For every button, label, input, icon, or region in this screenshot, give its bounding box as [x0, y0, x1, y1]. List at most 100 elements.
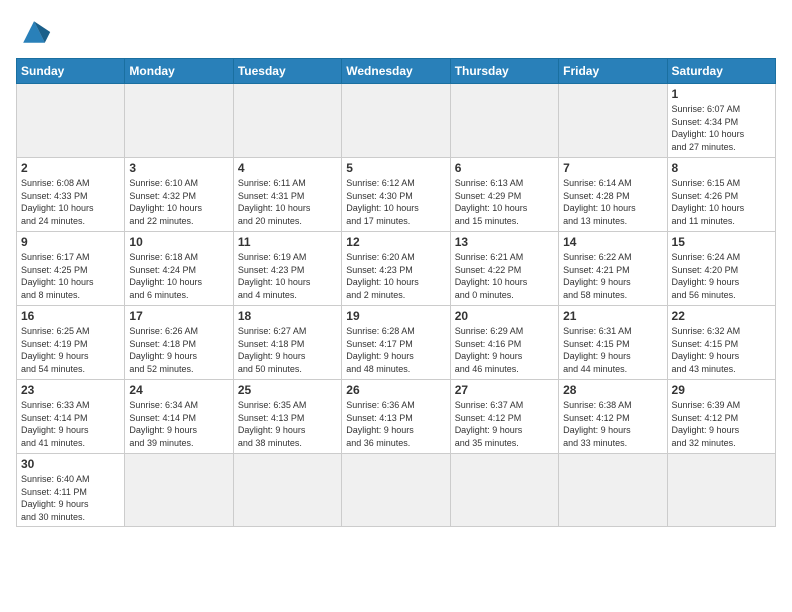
calendar-cell: 12 Sunrise: 6:20 AM Sunset: 4:23 PM Dayli… [342, 232, 450, 306]
calendar-cell: 2 Sunrise: 6:08 AM Sunset: 4:33 PM Daylig… [17, 158, 125, 232]
calendar-cell [233, 454, 341, 527]
day-header-thursday: Thursday [450, 59, 558, 84]
calendar-cell [125, 454, 233, 527]
calendar-cell: 3 Sunrise: 6:10 AM Sunset: 4:32 PM Daylig… [125, 158, 233, 232]
calendar-cell: 1 Sunrise: 6:07 AM Sunset: 4:34 PM Daylig… [667, 84, 775, 158]
day-number: 27 [455, 383, 554, 397]
day-info: Sunrise: 6:34 AM Sunset: 4:14 PM Dayligh… [129, 399, 228, 449]
calendar-cell [450, 454, 558, 527]
day-info: Sunrise: 6:35 AM Sunset: 4:13 PM Dayligh… [238, 399, 337, 449]
day-info: Sunrise: 6:32 AM Sunset: 4:15 PM Dayligh… [672, 325, 771, 375]
day-info: Sunrise: 6:15 AM Sunset: 4:26 PM Dayligh… [672, 177, 771, 227]
calendar-cell: 14 Sunrise: 6:22 AM Sunset: 4:21 PM Dayli… [559, 232, 667, 306]
calendar-cell [450, 84, 558, 158]
day-number: 12 [346, 235, 445, 249]
day-header-sunday: Sunday [17, 59, 125, 84]
calendar-header-row: SundayMondayTuesdayWednesdayThursdayFrid… [17, 59, 776, 84]
day-info: Sunrise: 6:22 AM Sunset: 4:21 PM Dayligh… [563, 251, 662, 301]
day-header-monday: Monday [125, 59, 233, 84]
day-header-friday: Friday [559, 59, 667, 84]
day-info: Sunrise: 6:24 AM Sunset: 4:20 PM Dayligh… [672, 251, 771, 301]
calendar-cell [233, 84, 341, 158]
day-number: 14 [563, 235, 662, 249]
calendar-week-4: 16 Sunrise: 6:25 AM Sunset: 4:19 PM Dayli… [17, 306, 776, 380]
calendar-cell: 26 Sunrise: 6:36 AM Sunset: 4:13 PM Dayli… [342, 380, 450, 454]
day-number: 10 [129, 235, 228, 249]
calendar-week-3: 9 Sunrise: 6:17 AM Sunset: 4:25 PM Daylig… [17, 232, 776, 306]
day-info: Sunrise: 6:10 AM Sunset: 4:32 PM Dayligh… [129, 177, 228, 227]
day-info: Sunrise: 6:26 AM Sunset: 4:18 PM Dayligh… [129, 325, 228, 375]
day-info: Sunrise: 6:36 AM Sunset: 4:13 PM Dayligh… [346, 399, 445, 449]
day-number: 17 [129, 309, 228, 323]
day-number: 7 [563, 161, 662, 175]
day-number: 28 [563, 383, 662, 397]
day-number: 4 [238, 161, 337, 175]
day-number: 19 [346, 309, 445, 323]
calendar-week-1: 1 Sunrise: 6:07 AM Sunset: 4:34 PM Daylig… [17, 84, 776, 158]
day-number: 24 [129, 383, 228, 397]
day-info: Sunrise: 6:07 AM Sunset: 4:34 PM Dayligh… [672, 103, 771, 153]
day-info: Sunrise: 6:27 AM Sunset: 4:18 PM Dayligh… [238, 325, 337, 375]
calendar-cell: 7 Sunrise: 6:14 AM Sunset: 4:28 PM Daylig… [559, 158, 667, 232]
day-info: Sunrise: 6:25 AM Sunset: 4:19 PM Dayligh… [21, 325, 120, 375]
page: SundayMondayTuesdayWednesdayThursdayFrid… [0, 0, 792, 612]
day-info: Sunrise: 6:40 AM Sunset: 4:11 PM Dayligh… [21, 473, 120, 523]
day-number: 22 [672, 309, 771, 323]
calendar-cell [125, 84, 233, 158]
day-info: Sunrise: 6:20 AM Sunset: 4:23 PM Dayligh… [346, 251, 445, 301]
calendar-cell: 9 Sunrise: 6:17 AM Sunset: 4:25 PM Daylig… [17, 232, 125, 306]
calendar-cell [342, 84, 450, 158]
calendar-cell: 5Sunrise: 6:12 AM Sunset: 4:30 PM Daylig… [342, 158, 450, 232]
day-number: 6 [455, 161, 554, 175]
day-info: Sunrise: 6:21 AM Sunset: 4:22 PM Dayligh… [455, 251, 554, 301]
calendar-cell: 10 Sunrise: 6:18 AM Sunset: 4:24 PM Dayli… [125, 232, 233, 306]
day-number: 9 [21, 235, 120, 249]
calendar-cell: 24 Sunrise: 6:34 AM Sunset: 4:14 PM Dayli… [125, 380, 233, 454]
calendar-cell: 16 Sunrise: 6:25 AM Sunset: 4:19 PM Dayli… [17, 306, 125, 380]
day-number: 1 [672, 87, 771, 101]
logo [16, 14, 56, 50]
day-info: Sunrise: 6:33 AM Sunset: 4:14 PM Dayligh… [21, 399, 120, 449]
day-number: 29 [672, 383, 771, 397]
calendar-cell [559, 454, 667, 527]
calendar-cell: 22 Sunrise: 6:32 AM Sunset: 4:15 PM Dayli… [667, 306, 775, 380]
day-number: 2 [21, 161, 120, 175]
day-info: Sunrise: 6:31 AM Sunset: 4:15 PM Dayligh… [563, 325, 662, 375]
calendar-cell: 27Sunrise: 6:37 AM Sunset: 4:12 PM Dayli… [450, 380, 558, 454]
calendar-cell: 20Sunrise: 6:29 AM Sunset: 4:16 PM Dayli… [450, 306, 558, 380]
day-number: 13 [455, 235, 554, 249]
day-info: Sunrise: 6:08 AM Sunset: 4:33 PM Dayligh… [21, 177, 120, 227]
calendar-cell: 28Sunrise: 6:38 AM Sunset: 4:12 PM Dayli… [559, 380, 667, 454]
calendar-cell [559, 84, 667, 158]
calendar-cell: 25 Sunrise: 6:35 AM Sunset: 4:13 PM Dayli… [233, 380, 341, 454]
day-number: 21 [563, 309, 662, 323]
day-number: 3 [129, 161, 228, 175]
day-number: 23 [21, 383, 120, 397]
day-number: 30 [21, 457, 120, 471]
calendar-week-6: 30 Sunrise: 6:40 AM Sunset: 4:11 PM Dayli… [17, 454, 776, 527]
logo-icon [16, 14, 52, 50]
calendar-cell: 15Sunrise: 6:24 AM Sunset: 4:20 PM Dayli… [667, 232, 775, 306]
day-header-wednesday: Wednesday [342, 59, 450, 84]
day-info: Sunrise: 6:18 AM Sunset: 4:24 PM Dayligh… [129, 251, 228, 301]
calendar: SundayMondayTuesdayWednesdayThursdayFrid… [16, 58, 776, 527]
day-info: Sunrise: 6:17 AM Sunset: 4:25 PM Dayligh… [21, 251, 120, 301]
day-number: 25 [238, 383, 337, 397]
day-number: 26 [346, 383, 445, 397]
calendar-cell: 6Sunrise: 6:13 AM Sunset: 4:29 PM Daylig… [450, 158, 558, 232]
day-number: 20 [455, 309, 554, 323]
day-info: Sunrise: 6:11 AM Sunset: 4:31 PM Dayligh… [238, 177, 337, 227]
day-info: Sunrise: 6:14 AM Sunset: 4:28 PM Dayligh… [563, 177, 662, 227]
day-header-saturday: Saturday [667, 59, 775, 84]
calendar-cell: 8Sunrise: 6:15 AM Sunset: 4:26 PM Daylig… [667, 158, 775, 232]
day-number: 11 [238, 235, 337, 249]
day-info: Sunrise: 6:28 AM Sunset: 4:17 PM Dayligh… [346, 325, 445, 375]
day-info: Sunrise: 6:19 AM Sunset: 4:23 PM Dayligh… [238, 251, 337, 301]
calendar-cell: 19 Sunrise: 6:28 AM Sunset: 4:17 PM Dayli… [342, 306, 450, 380]
calendar-cell: 29Sunrise: 6:39 AM Sunset: 4:12 PM Dayli… [667, 380, 775, 454]
calendar-cell: 23 Sunrise: 6:33 AM Sunset: 4:14 PM Dayli… [17, 380, 125, 454]
calendar-cell: 13 Sunrise: 6:21 AM Sunset: 4:22 PM Dayli… [450, 232, 558, 306]
day-info: Sunrise: 6:12 AM Sunset: 4:30 PM Dayligh… [346, 177, 445, 227]
day-number: 16 [21, 309, 120, 323]
calendar-cell: 30 Sunrise: 6:40 AM Sunset: 4:11 PM Dayli… [17, 454, 125, 527]
